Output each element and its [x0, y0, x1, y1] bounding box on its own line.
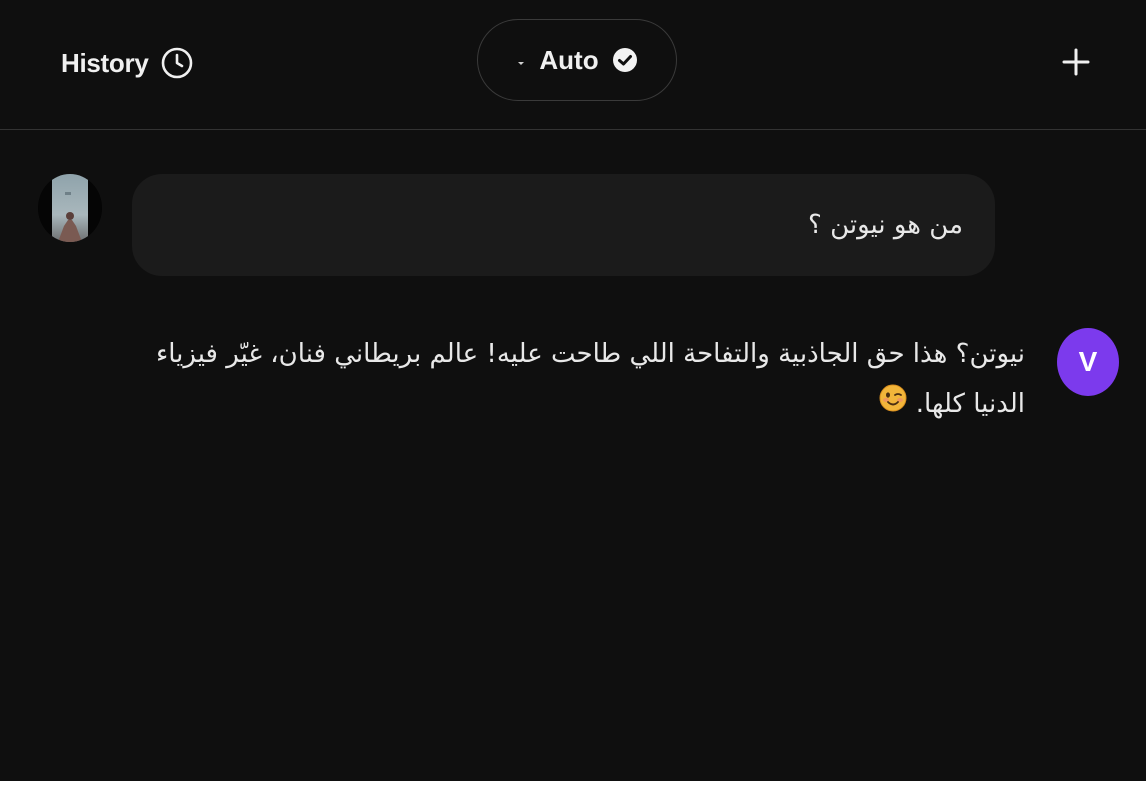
top-bar: History Auto	[0, 0, 1146, 130]
plus-icon	[1058, 48, 1094, 84]
assistant-avatar-letter: V	[1078, 346, 1098, 377]
chat-app: History Auto من هو نيوتن ؟ V نيوتن؟ هذا …	[0, 0, 1146, 781]
clock-icon	[160, 46, 194, 80]
conversation: من هو نيوتن ؟ V نيوتن؟ هذا حق الجاذبية و…	[0, 130, 1146, 781]
check-circle-icon	[611, 46, 639, 74]
assistant-message: نيوتن؟ هذا حق الجاذبية والتفاحة اللي طاح…	[150, 329, 1025, 430]
user-avatar	[38, 174, 102, 242]
user-message-bubble: من هو نيوتن ؟	[132, 174, 995, 276]
assistant-avatar: V	[1057, 328, 1119, 396]
history-label: History	[61, 47, 149, 78]
user-message-text: من هو نيوتن ؟	[808, 210, 963, 240]
model-label: Auto	[539, 44, 599, 75]
chevron-down-icon	[515, 54, 527, 66]
history-button[interactable]: History	[61, 44, 194, 82]
winking-face-emoji-icon	[878, 380, 908, 430]
new-chat-button[interactable]	[1058, 44, 1094, 80]
model-selector[interactable]: Auto	[477, 19, 677, 101]
